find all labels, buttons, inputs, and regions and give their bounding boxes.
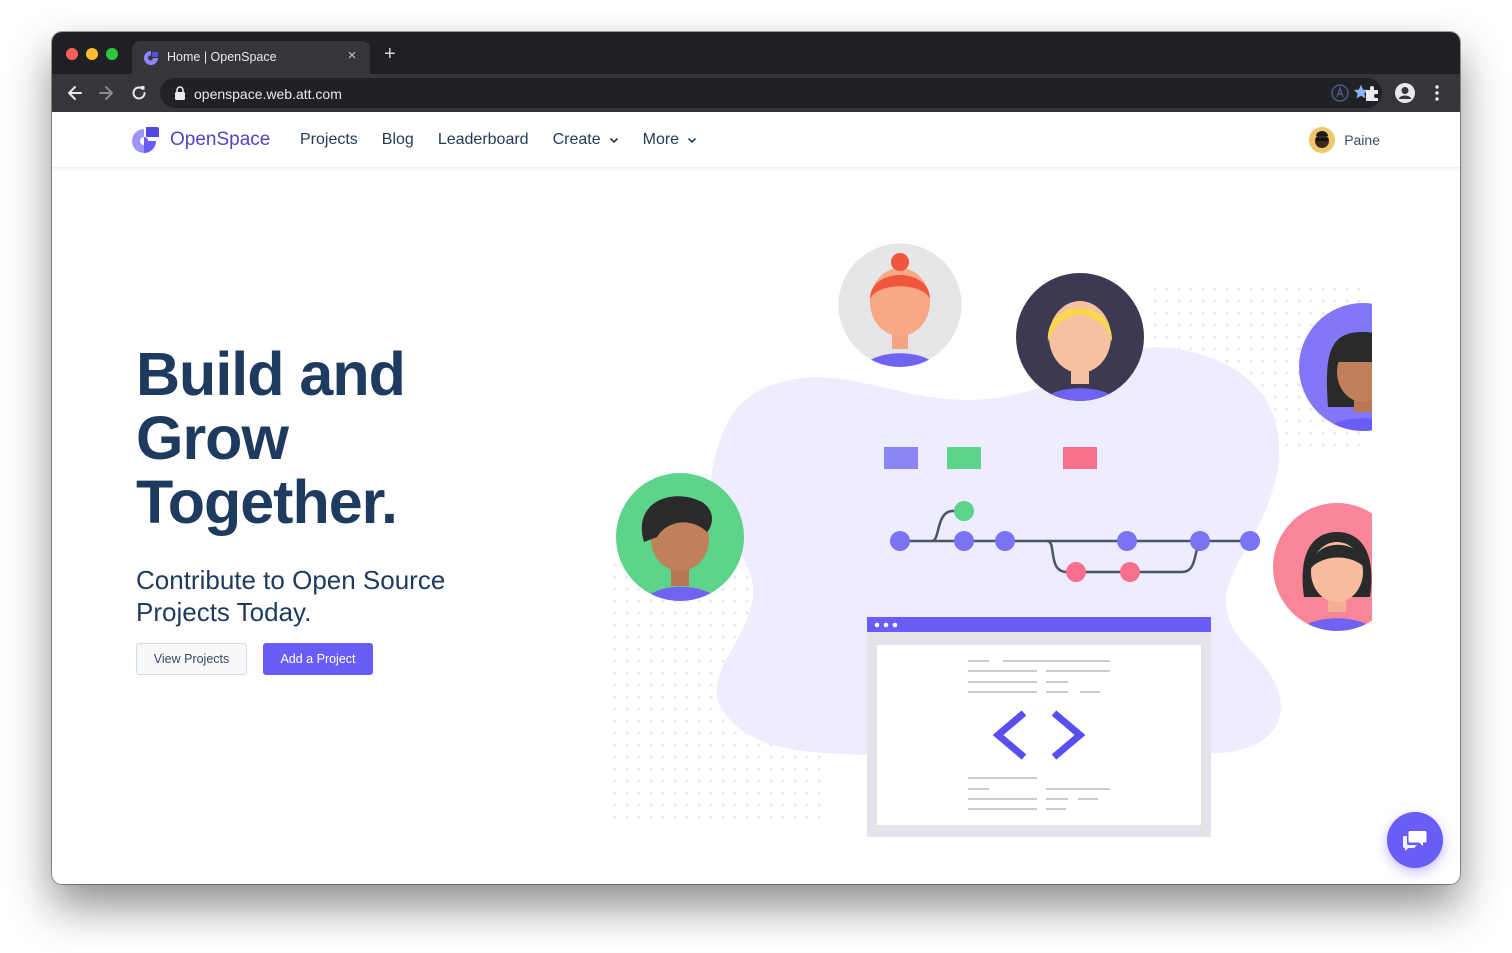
chevron-down-icon xyxy=(687,137,697,144)
openspace-favicon-icon xyxy=(144,51,158,65)
pink-card xyxy=(1063,447,1097,469)
brand-name: OpenSpace xyxy=(170,129,271,150)
minimize-window-button[interactable] xyxy=(86,48,98,60)
user-menu[interactable]: Paine xyxy=(1309,127,1380,153)
nav-leaderboard[interactable]: Leaderboard xyxy=(438,131,529,149)
maximize-window-button[interactable] xyxy=(106,48,118,60)
lock-icon xyxy=(175,86,185,100)
reload-icon[interactable] xyxy=(129,83,149,103)
nav-blog[interactable]: Blog xyxy=(382,131,414,149)
nav-leaderboard-label: Leaderboard xyxy=(437,131,529,148)
browser-window: Home | OpenSpace × + openspace.web.att.c… xyxy=(52,32,1460,884)
nav-create-dropdown[interactable]: Create xyxy=(553,131,619,149)
nav-create-label: Create xyxy=(552,131,601,148)
chat-icon xyxy=(1403,831,1427,851)
nav-more-label: More xyxy=(642,131,680,148)
contributor-avatar-1 xyxy=(835,240,965,370)
forward-icon[interactable] xyxy=(96,83,116,103)
hero-title-line-2: Grow xyxy=(136,404,289,472)
menu-icon[interactable] xyxy=(1426,82,1448,104)
hero-illustration xyxy=(610,240,1372,837)
account-extension-icon[interactable] xyxy=(1329,82,1351,104)
profile-icon[interactable] xyxy=(1394,82,1416,104)
nav-projects-label: Projects xyxy=(300,131,358,148)
site-navbar: OpenSpace Projects Blog Leaderboard Crea… xyxy=(52,112,1460,168)
new-tab-button[interactable]: + xyxy=(384,44,396,64)
hero-title-line-3: Together. xyxy=(136,468,398,536)
hero-subtitle-line-2: Projects Today. xyxy=(136,597,312,627)
green-card xyxy=(947,447,981,469)
avatar xyxy=(1309,127,1336,153)
chat-button[interactable] xyxy=(1387,812,1443,868)
hero-subtitle: Contribute to Open Source Projects Today… xyxy=(136,564,516,628)
tab-title: Home | OpenSpace xyxy=(167,50,277,64)
view-projects-button[interactable]: View Projects xyxy=(136,643,247,675)
user-name: Paine xyxy=(1344,132,1380,148)
url-text[interactable]: openspace.web.att.com xyxy=(194,86,342,102)
hero-title: Build and Grow Together. xyxy=(136,340,406,536)
tab-close-icon[interactable]: × xyxy=(344,47,360,64)
hero-subtitle-line-1: Contribute to Open Source xyxy=(136,565,446,595)
close-window-button[interactable] xyxy=(66,48,78,60)
openspace-logo-icon xyxy=(132,127,159,153)
chevron-down-icon xyxy=(609,137,618,144)
browser-toolbar: openspace.web.att.com xyxy=(52,74,1460,112)
page-content: OpenSpace Projects Blog Leaderboard Crea… xyxy=(52,112,1460,884)
extensions-icon[interactable] xyxy=(1361,82,1383,104)
back-icon[interactable] xyxy=(65,83,85,103)
nav-more-dropdown[interactable]: More xyxy=(643,131,697,149)
purple-card xyxy=(884,447,918,469)
contributor-avatar-5 xyxy=(1273,503,1372,631)
add-project-button[interactable]: Add a Project xyxy=(263,643,373,675)
browser-tab[interactable]: Home | OpenSpace × xyxy=(132,41,370,74)
nav-projects[interactable]: Projects xyxy=(300,131,358,149)
nav-links: Projects Blog Leaderboard Create More xyxy=(300,112,721,168)
code-window xyxy=(867,617,1211,837)
address-bar[interactable]: openspace.web.att.com xyxy=(160,78,1382,108)
nav-blog-label: Blog xyxy=(381,131,414,148)
brand-link[interactable]: OpenSpace xyxy=(130,126,270,154)
tab-strip: Home | OpenSpace × + xyxy=(52,32,1460,74)
hero-title-line-1: Build and xyxy=(136,340,406,408)
